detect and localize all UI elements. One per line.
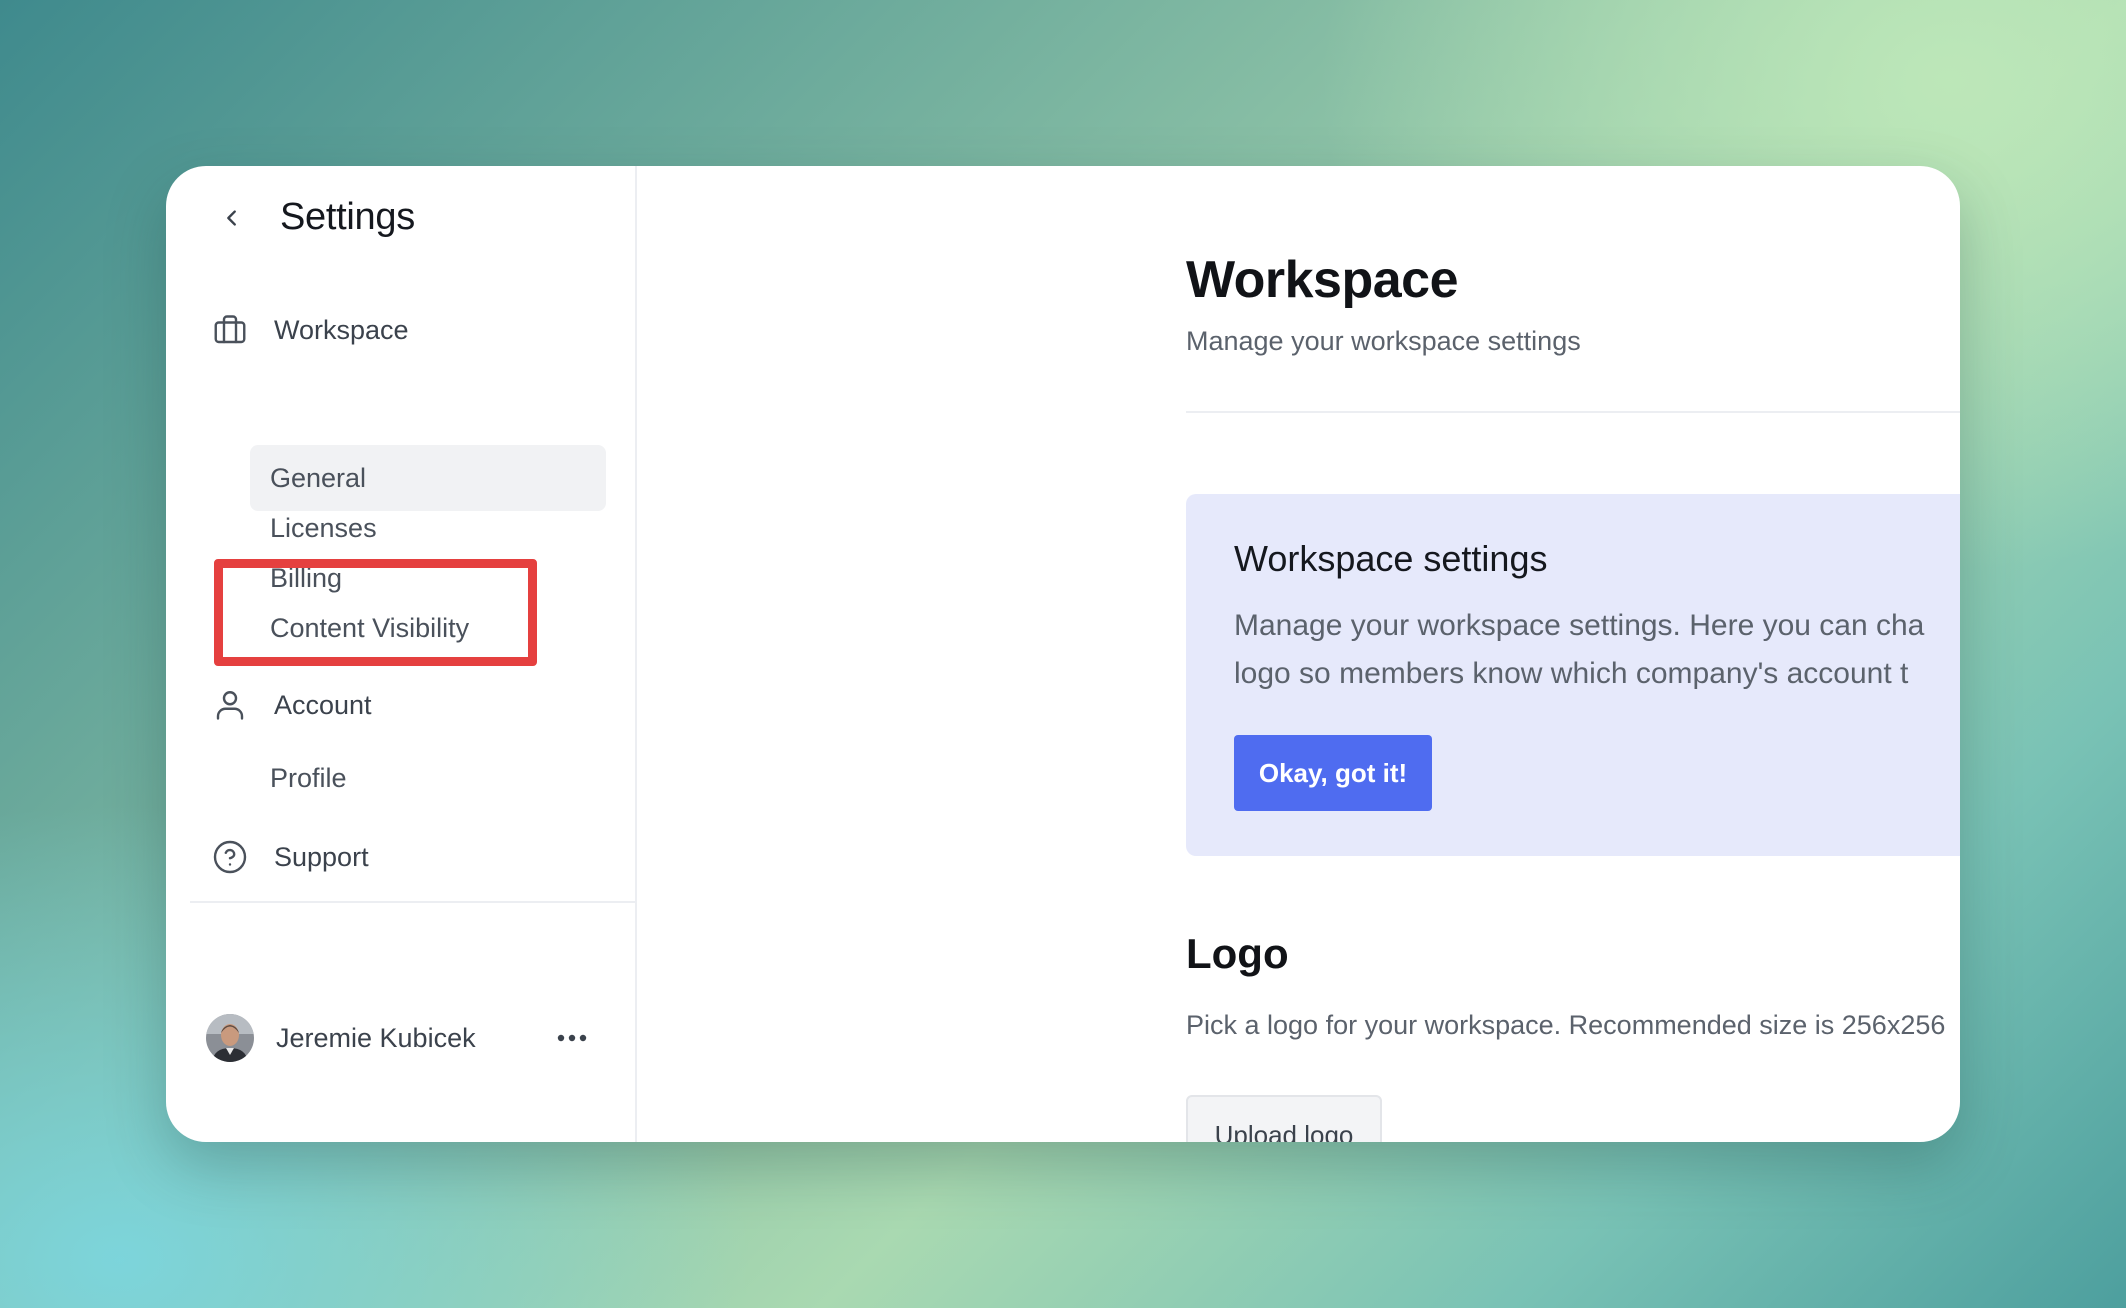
logo-section-title: Logo [1186, 930, 1289, 977]
sidebar-item-label: Profile [270, 762, 347, 793]
sidebar-divider [190, 901, 635, 903]
sidebar-header: Settings [214, 196, 415, 239]
more-horizontal-icon[interactable] [552, 1023, 592, 1053]
sidebar-item-label: Support [274, 841, 369, 872]
page-title: Workspace [1186, 251, 1459, 309]
info-card-text-line: Manage your workspace settings. Here you… [1234, 609, 1925, 642]
info-card-title: Workspace settings [1234, 538, 1548, 579]
logo-section-description: Pick a logo for your workspace. Recommen… [1186, 1010, 1946, 1040]
avatar [206, 1014, 254, 1062]
briefcase-icon [210, 310, 250, 350]
sidebar-title: Settings [280, 196, 415, 238]
sidebar-item-support[interactable]: Support [210, 837, 369, 877]
settings-sidebar: Settings Workspace General Licenses Bill… [166, 166, 637, 1142]
sidebar-item-label: Licenses [270, 512, 377, 543]
info-card-text-line: logo so members know which company's acc… [1234, 657, 1909, 690]
sidebar-section-label: Workspace [274, 314, 409, 345]
help-circle-icon [210, 837, 250, 877]
user-icon [210, 685, 250, 725]
header-divider [1186, 411, 1960, 413]
settings-window: Settings Workspace General Licenses Bill… [166, 166, 1960, 1142]
sidebar-section-workspace: Workspace [210, 310, 409, 350]
sidebar-item-profile[interactable]: Profile [250, 745, 606, 811]
sidebar-section-account: Account [210, 685, 372, 725]
sidebar-section-label: Account [274, 689, 372, 720]
sidebar-item-label: General [270, 462, 367, 493]
info-card-text: Manage your workspace settings. Here you… [1234, 602, 1960, 698]
user-row[interactable]: Jeremie Kubicek [206, 1014, 596, 1062]
sidebar-item-label: Content Visibility [270, 612, 470, 643]
sidebar-item-label: Billing [270, 562, 343, 593]
workspace-settings-card: Workspace settings Manage your workspace… [1186, 494, 1960, 856]
upload-logo-button[interactable]: Upload logo [1186, 1095, 1382, 1142]
user-name: Jeremie Kubicek [276, 1022, 476, 1053]
okay-got-it-button[interactable]: Okay, got it! [1234, 735, 1432, 811]
sidebar-item-content-visibility[interactable]: Content Visibility [250, 595, 606, 661]
main-content: Workspace Manage your workspace settings… [637, 166, 1960, 1142]
page-subtitle: Manage your workspace settings [1186, 326, 1581, 356]
chevron-left-icon[interactable] [214, 200, 250, 236]
